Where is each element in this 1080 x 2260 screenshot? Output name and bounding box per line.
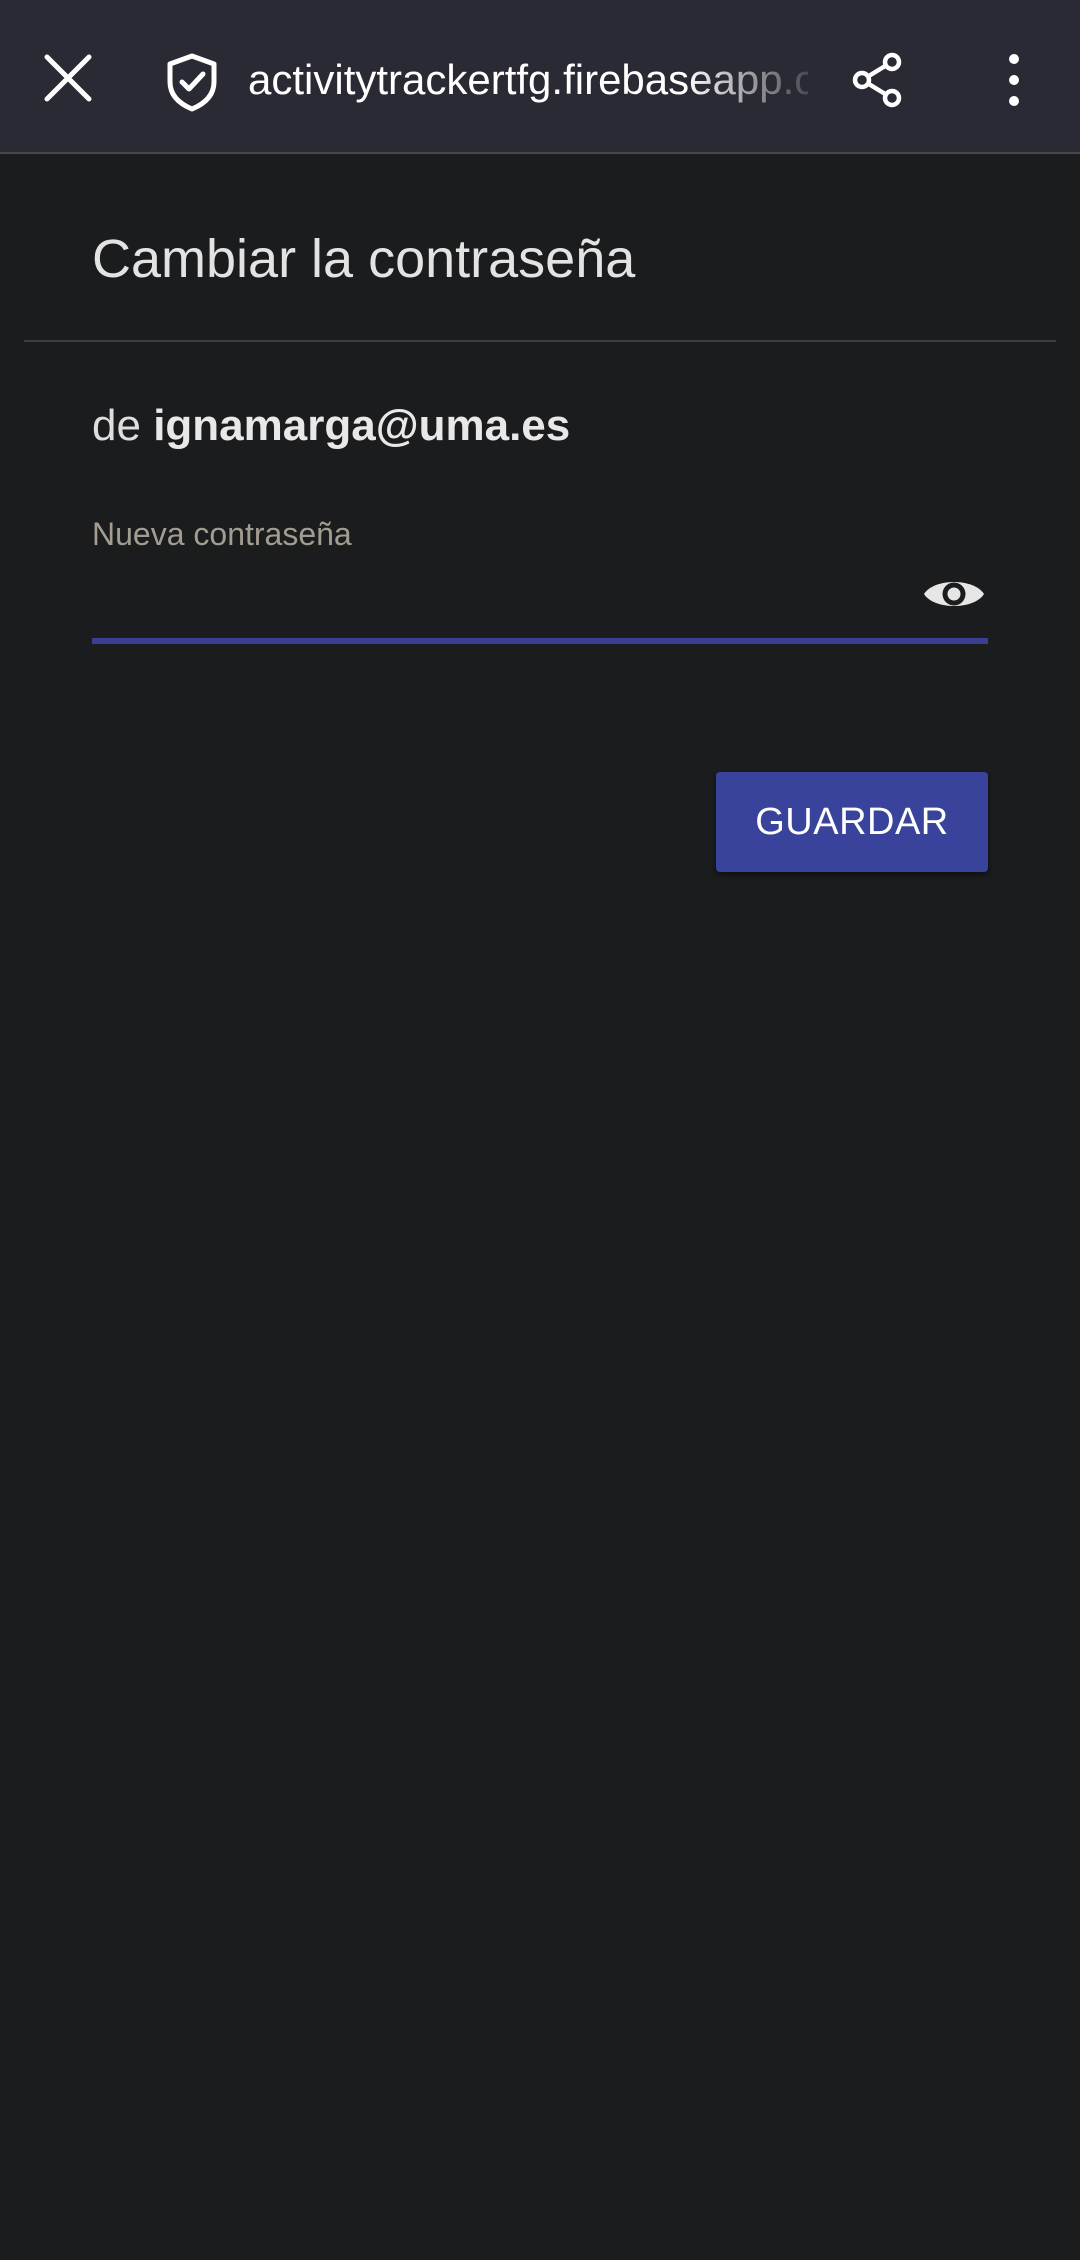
new-password-input[interactable] [92,560,892,636]
close-icon [44,54,92,102]
close-button[interactable] [28,34,108,122]
more-vertical-icon [1009,54,1019,106]
page-title: Cambiar la contraseña [92,229,636,289]
share-button[interactable] [838,36,918,124]
new-password-underline [92,638,988,644]
eye-icon [924,582,984,606]
shield-check-icon [152,42,232,122]
toggle-password-visibility-button[interactable] [916,562,992,626]
new-password-label: Nueva contraseña [92,516,352,552]
save-button[interactable]: GUARDAR [716,772,988,872]
account-email: ignamarga@uma.es [153,401,571,450]
share-icon [852,52,902,108]
url-text[interactable]: activitytrackertfg.firebaseapp.com [248,50,808,110]
browser-toolbar: activitytrackertfg.firebaseapp.com [0,0,1080,154]
more-menu-button[interactable] [974,36,1054,124]
header-divider [24,340,1056,342]
account-line: de ignamarga@uma.es [92,396,570,456]
account-prefix: de [92,401,141,450]
